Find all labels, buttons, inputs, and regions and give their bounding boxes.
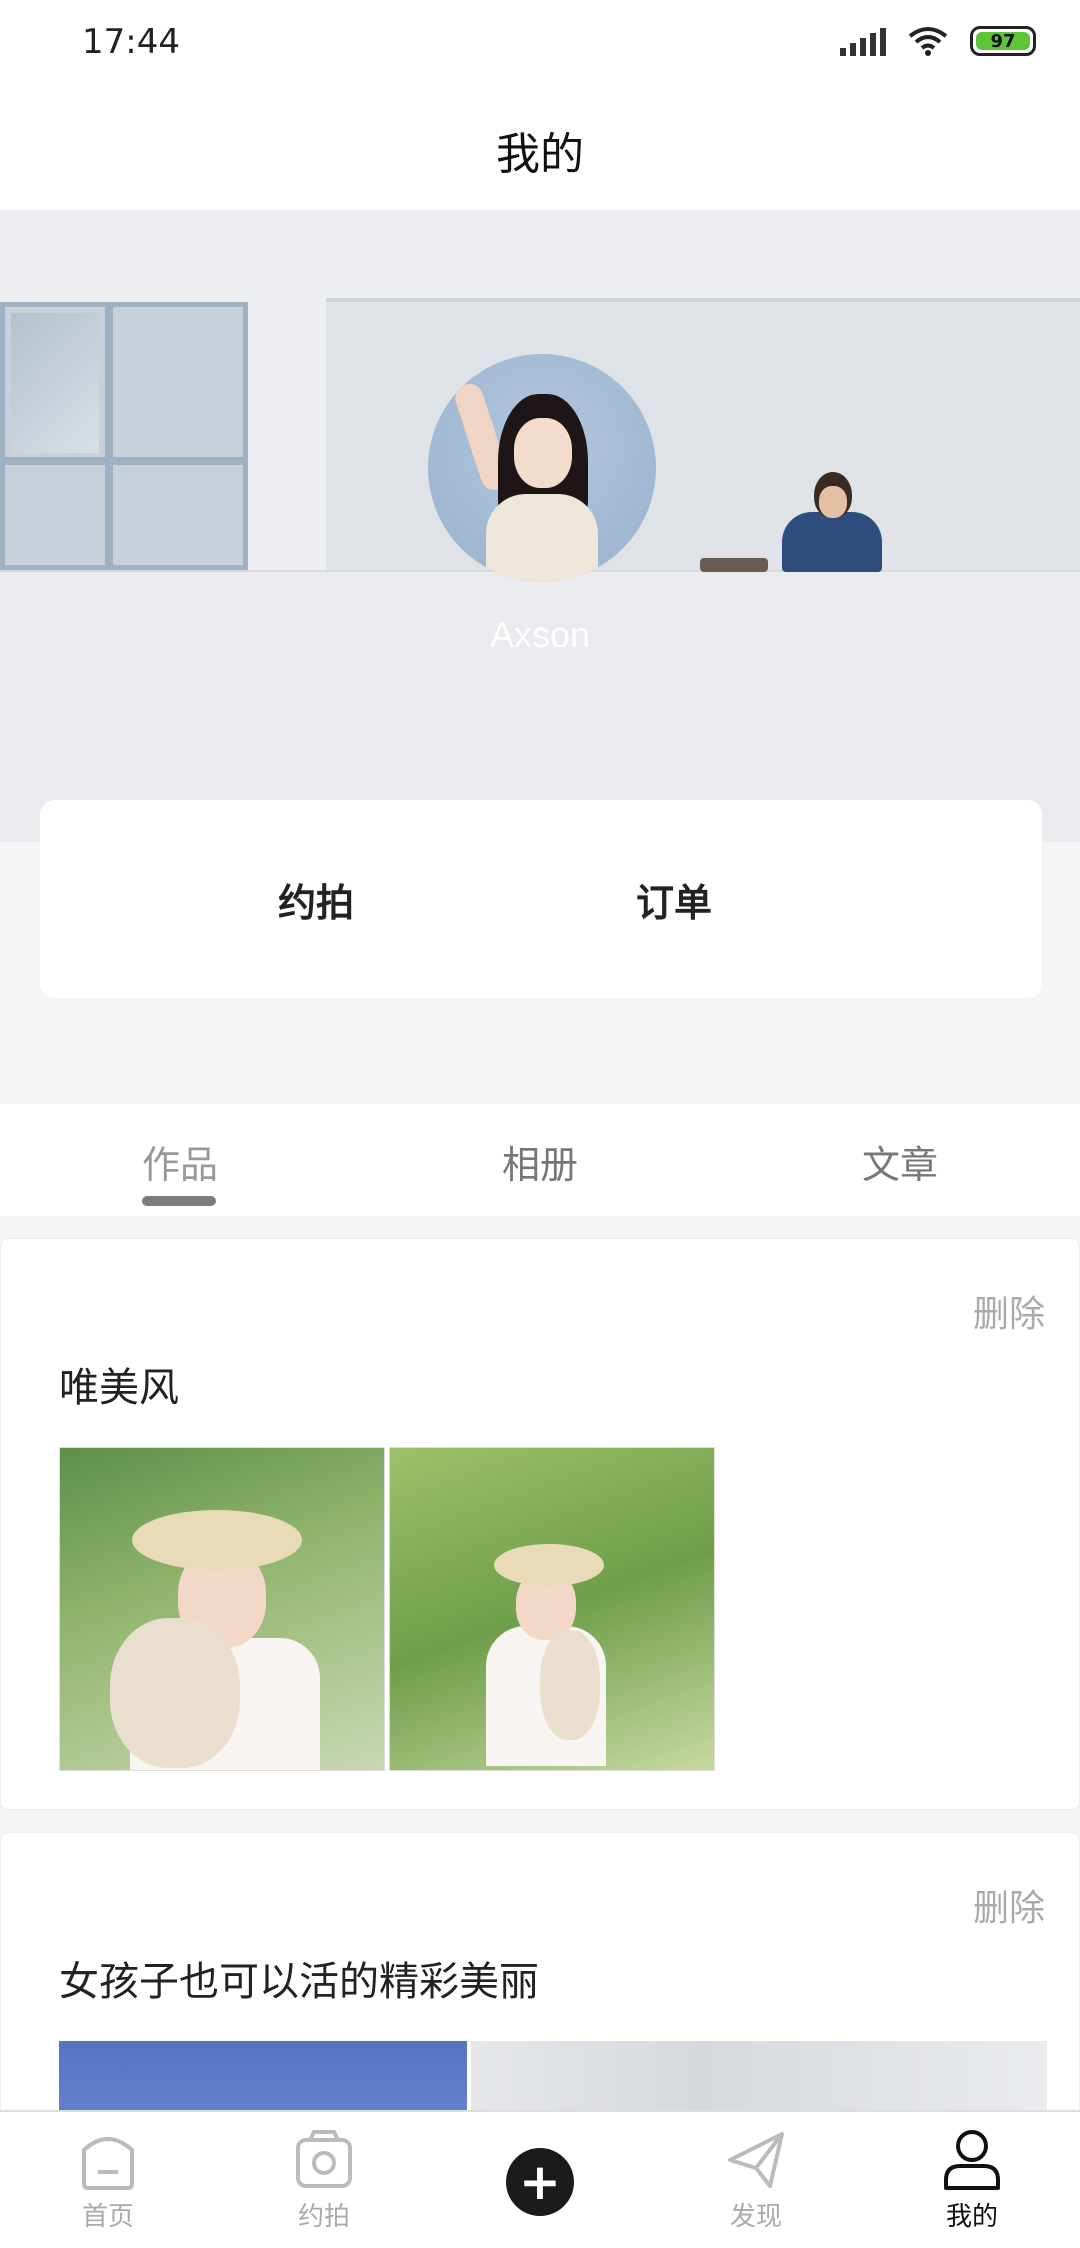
status-icons: 97 (840, 26, 1036, 56)
battery-icon: 97 (970, 26, 1036, 56)
post-card[interactable]: 删除 唯美风 (0, 1238, 1080, 1810)
camera-icon (296, 2130, 352, 2188)
post-title[interactable]: 唯美风 (59, 1355, 179, 1413)
delete-button[interactable]: 删除 (973, 1879, 1045, 1931)
user-icon (944, 2130, 1000, 2190)
nav-yuepai-label: 约拍 (297, 2202, 350, 2232)
delete-button[interactable]: 删除 (973, 1285, 1045, 1337)
status-bar: 17:44 97 (0, 0, 1080, 90)
order-button[interactable]: 订单 (636, 872, 712, 927)
signal-icon (840, 26, 886, 56)
nav-discover[interactable]: 发现 (696, 2126, 816, 2233)
post-title[interactable]: 女孩子也可以活的精彩美丽 (59, 1949, 539, 2007)
action-card: 约拍 订单 (40, 800, 1042, 998)
avatar[interactable] (428, 354, 656, 582)
nav-mine[interactable]: 我的 (912, 2126, 1032, 2233)
home-icon (82, 2137, 134, 2190)
nav-home-label: 首页 (81, 2202, 134, 2232)
battery-level: 97 (976, 31, 1030, 52)
tab-active-indicator (142, 1196, 216, 1206)
bottom-nav: 首页 约拍 + 发现 我的 (0, 2110, 1080, 2248)
yuepai-button[interactable]: 约拍 (278, 872, 354, 927)
content-tabs: 作品 相册 文章 (0, 1104, 1080, 1216)
post-photo[interactable] (389, 1447, 715, 1771)
tab-works[interactable]: 作品 (142, 1134, 218, 1189)
page-title: 我的 (496, 129, 584, 180)
page-header: 我的 (0, 90, 1080, 210)
nav-home[interactable]: 首页 (48, 2126, 168, 2233)
add-icon[interactable]: + (506, 2148, 574, 2216)
post-photo[interactable] (59, 1447, 385, 1771)
nav-discover-label: 发现 (729, 2202, 782, 2232)
status-time: 17:44 (82, 22, 180, 62)
nav-yuepai[interactable]: 约拍 (264, 2126, 384, 2233)
paper-plane-icon (728, 2132, 784, 2188)
nav-mine-label: 我的 (945, 2202, 998, 2232)
wifi-icon (908, 26, 948, 56)
cover-camera-prop (700, 558, 768, 572)
tab-articles[interactable]: 文章 (862, 1134, 938, 1189)
profile-cover-image: Axson (0, 210, 1080, 842)
cover-window (0, 302, 248, 570)
tab-albums[interactable]: 相册 (502, 1134, 578, 1189)
cover-person (782, 472, 882, 572)
username: Axson (489, 614, 591, 655)
